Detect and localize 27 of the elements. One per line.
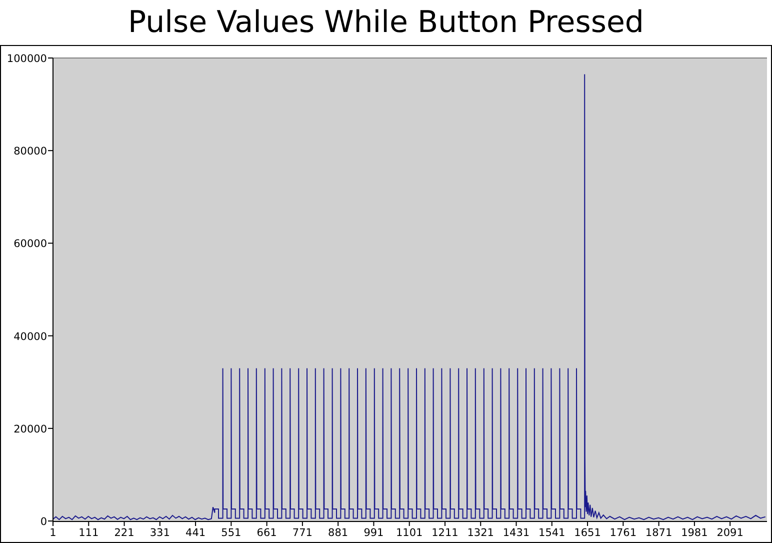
x-tick-label: 1321	[467, 527, 494, 539]
y-tick-label: 40000	[14, 330, 47, 343]
y-tick-label: 0	[40, 516, 47, 528]
x-tick-label: 991	[364, 527, 384, 539]
x-tick-label: 441	[186, 527, 206, 539]
x-tick-label: 1651	[574, 527, 601, 539]
y-tick-label: 100000	[6, 53, 47, 65]
x-tick-label: 221	[114, 527, 134, 539]
x-tick-label: 1981	[681, 527, 708, 539]
x-tick-label: 1541	[538, 527, 566, 539]
x-tick-label: 771	[292, 527, 312, 539]
y-tick-label: 80000	[14, 146, 47, 158]
x-tick-label: 1871	[645, 527, 672, 539]
chart-title: Pulse Values While Button Pressed	[128, 4, 644, 42]
x-tick-label: 1101	[396, 527, 423, 539]
x-tick-label: 881	[328, 527, 348, 539]
x-tick-label: 551	[221, 527, 242, 539]
x-tick-label: 2091	[716, 527, 744, 539]
x-tick-label: 111	[78, 527, 99, 539]
y-tick-label: 60000	[14, 238, 47, 250]
x-tick-label: 1431	[502, 527, 530, 539]
x-tick-label: 1211	[432, 527, 458, 539]
x-tick-label: 1761	[610, 527, 637, 539]
x-tick-label: 331	[150, 527, 170, 539]
x-tick-label: 661	[256, 527, 277, 539]
x-tick-label: 1	[50, 527, 56, 539]
y-tick-label: 20000	[14, 423, 47, 436]
